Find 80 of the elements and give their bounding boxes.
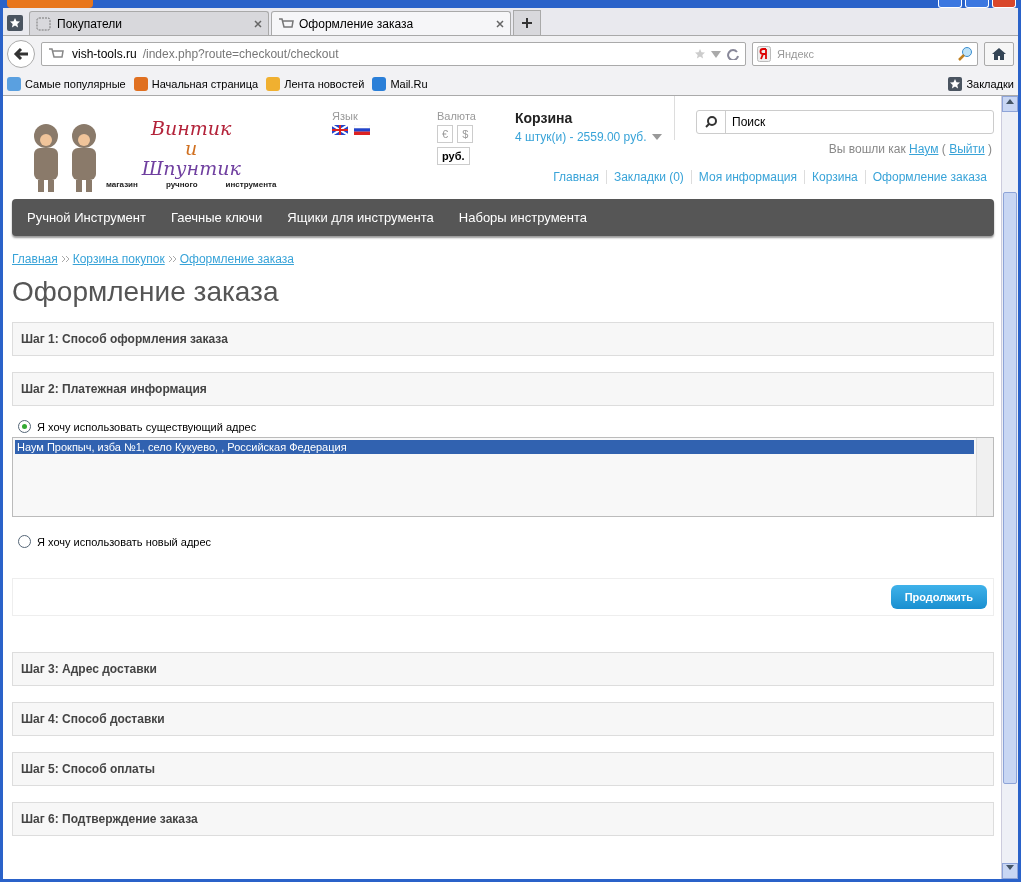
back-button[interactable]	[7, 40, 35, 68]
logo-text: Шпунтик	[141, 158, 241, 178]
browser-tab[interactable]: Оформление заказа	[271, 11, 511, 35]
bookmark-link[interactable]: Mail.Ru	[372, 76, 428, 91]
logo-text: и	[185, 138, 198, 158]
breadcrumb-separator-icon	[168, 256, 176, 262]
back-arrow-icon	[13, 47, 29, 61]
menu-item[interactable]: Ящики для инструмента	[287, 210, 434, 225]
bookmark-link[interactable]: Лента новостей	[266, 76, 365, 91]
tab-groups-icon[interactable]	[7, 15, 23, 31]
bookmarks-menu-button[interactable]: Закладки	[948, 76, 1014, 91]
bookmark-icon	[372, 76, 387, 91]
cart-title: Корзина	[515, 110, 574, 126]
url-path: /index.php?route=checkout/checkout	[142, 47, 340, 61]
scrollbar[interactable]	[976, 438, 993, 516]
menu-item[interactable]: Наборы инструмента	[458, 210, 587, 225]
currency-label: Валюта	[437, 110, 477, 122]
close-tab-icon[interactable]	[496, 19, 504, 28]
dashed-square-icon	[36, 16, 52, 31]
shop-logo[interactable]: Винтик и Шпунтик магазин ручного инструмента	[12, 96, 332, 199]
russia-flag-icon[interactable]	[354, 125, 370, 135]
address-list[interactable]: Наум Прокпыч, изба №1, село Кукуево, , Российская Федерация	[12, 437, 994, 517]
address-radio[interactable]: Я хочу использовать новый адрес	[18, 535, 994, 548]
language-label: Язык	[332, 110, 359, 122]
caret-icon[interactable]	[652, 134, 663, 140]
logo-caption: магазин	[106, 180, 138, 189]
menu-item[interactable]: Ручной Инструмент	[27, 210, 146, 225]
checkout-step[interactable]: Шаг 1: Способ оформления заказа	[12, 322, 994, 356]
scroll-down-icon[interactable]	[1006, 865, 1014, 871]
bookmark-link[interactable]: Начальная страница	[133, 76, 259, 91]
radio-label: Я хочу использовать существующий адрес	[37, 420, 257, 433]
page-scrollbar[interactable]	[1001, 96, 1018, 879]
search-engine-icon[interactable]	[757, 46, 771, 62]
scroll-up-icon[interactable]	[1006, 98, 1014, 104]
star-icon	[950, 78, 961, 89]
currency-button[interactable]: руб.	[437, 147, 470, 165]
url-host: vish-tools.ru	[72, 47, 137, 61]
cart-icon	[48, 47, 66, 61]
radio-button[interactable]	[18, 535, 31, 548]
address-field[interactable]: vish-tools.ru /index.php?route=checkout/checkout	[41, 42, 746, 66]
new-tab-button[interactable]	[513, 10, 541, 35]
logo-text: Винтик	[151, 118, 232, 138]
bookmark-icon	[7, 76, 21, 91]
search-placeholder: Яндекс	[777, 48, 815, 60]
address-radio[interactable]: Я хочу использовать существующий адрес	[18, 420, 994, 433]
checkout-step[interactable]: Шаг 6: Подтверждение заказа	[12, 802, 994, 836]
search-field[interactable]: Поиск	[696, 110, 994, 134]
maximize-button[interactable]	[965, 0, 989, 8]
radio-button[interactable]	[18, 420, 31, 433]
checkout-step[interactable]: Шаг 3: Адрес доставки	[12, 652, 994, 686]
parenthesis: (	[941, 142, 946, 156]
bookmark-link[interactable]: Самые популярные	[7, 76, 126, 91]
close-button[interactable]	[992, 0, 1016, 8]
parenthesis: )	[988, 142, 992, 156]
bookmark-icon	[266, 76, 281, 91]
home-icon	[992, 48, 1006, 60]
home-button[interactable]	[984, 42, 1014, 66]
menu-item[interactable]: Гаечные ключи	[170, 210, 263, 225]
checkout-step[interactable]: Шаг 2: Платежная информация	[12, 372, 994, 406]
page-title: Оформление заказа	[12, 276, 280, 308]
checkout-step[interactable]: Шаг 4: Способ доставки	[12, 702, 994, 736]
radio-label: Я хочу использовать новый адрес	[37, 535, 212, 548]
checkout-step[interactable]: Шаг 5: Способ оплаты	[12, 752, 994, 786]
cart-icon	[278, 16, 294, 31]
address-option[interactable]: Наум Прокпыч, изба №1, село Кукуево, , Российская Федерация	[15, 440, 974, 454]
star-icon	[695, 49, 705, 59]
close-tab-icon[interactable]	[254, 19, 262, 28]
logo-caption: инструмента	[225, 180, 277, 189]
minimize-button[interactable]	[938, 0, 962, 8]
star-icon	[10, 18, 20, 28]
bookmark-icon	[133, 76, 148, 91]
logo-caption: ручного	[165, 180, 198, 189]
search-icon[interactable]	[705, 116, 717, 128]
uk-flag-icon[interactable]	[332, 125, 348, 135]
reload-icon[interactable]	[727, 48, 739, 60]
browser-tab[interactable]: Покупатели	[29, 11, 269, 35]
search-placeholder: Поиск	[732, 115, 766, 129]
plus-icon	[521, 17, 533, 29]
breadcrumb-separator-icon	[61, 256, 69, 262]
login-text: Вы вошли как	[828, 142, 907, 156]
